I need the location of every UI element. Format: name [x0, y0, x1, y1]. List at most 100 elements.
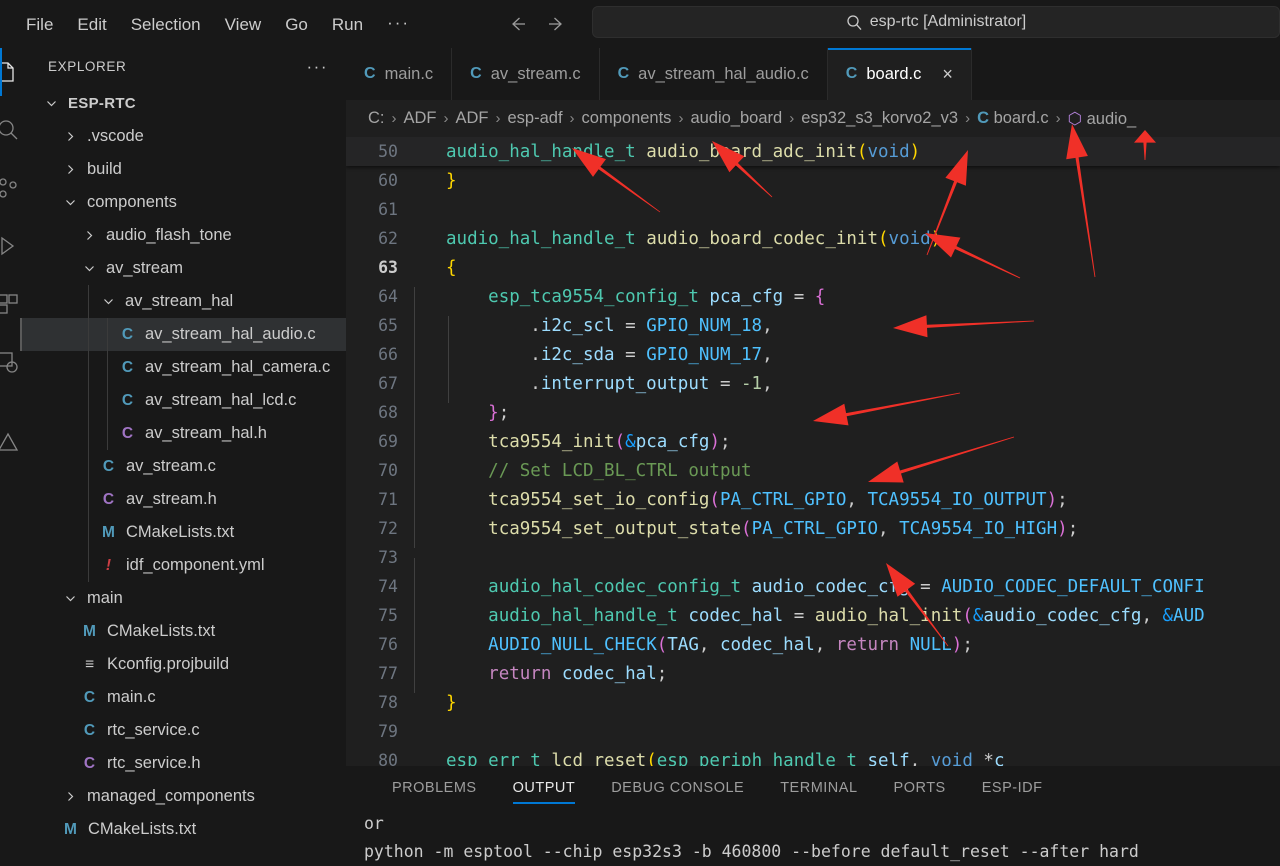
code-text: return codec_hal;: [414, 663, 667, 693]
search-icon[interactable]: [0, 106, 20, 154]
menu-run[interactable]: Run: [320, 12, 375, 37]
code-line-76: 76 AUDIO_NULL_CHECK(TAG, codec_hal, retu…: [346, 630, 1280, 664]
run-debug-icon[interactable]: [0, 222, 20, 270]
editor-tab-av_stream.c[interactable]: Cav_stream.c: [452, 48, 600, 100]
tree-item-label: idf_component.yml: [126, 556, 265, 574]
tree-item-label: .vscode: [87, 127, 144, 145]
line-number: 68: [378, 403, 398, 422]
breadcrumb-item-esp32_s3_korvo2_v3[interactable]: esp32_s3_korvo2_v3: [801, 109, 958, 128]
code-text: }: [446, 692, 457, 713]
tree-folder-av_stream[interactable]: av_stream: [20, 252, 346, 285]
tree-item-label: ESP-RTC: [68, 95, 136, 112]
tree-folder-main[interactable]: main: [20, 582, 346, 615]
code-text: audio_hal_handle_t codec_hal = audio_hal…: [414, 605, 1205, 635]
tree-file-idf_component.yml[interactable]: ! idf_component.yml: [20, 549, 346, 582]
file-type-icon: M: [64, 820, 77, 838]
code-text: tca9554_set_io_config(PA_CTRL_GPIO, TCA9…: [414, 489, 1068, 519]
breadcrumb-item-board.c[interactable]: C board.c: [977, 109, 1049, 128]
menu-edit[interactable]: Edit: [65, 12, 118, 37]
code-text: .i2c_sda = GPIO_NUM_17,: [414, 344, 773, 374]
chevron-right-icon: [61, 161, 79, 179]
menu-more[interactable]: ···: [375, 14, 422, 35]
breadcrumb-item-audio_[interactable]: ⬡ audio_: [1068, 109, 1137, 129]
esp-idf-icon[interactable]: [0, 418, 20, 466]
symbol-struct-icon: ⬡: [1067, 109, 1083, 128]
tree-file-Kconfig.projbuild[interactable]: ≡ Kconfig.projbuild: [20, 648, 346, 681]
forward-arrow-icon[interactable]: [544, 11, 570, 37]
tree-folder-audio_flash_tone[interactable]: audio_flash_tone: [20, 219, 346, 252]
explorer-icon[interactable]: [0, 48, 20, 96]
output-view[interactable]: or python -m esptool --chip esp32s3 -b 46…: [346, 810, 1280, 866]
panel-tab-output[interactable]: OUTPUT: [495, 766, 594, 810]
tree-file-rtc_service.c[interactable]: Crtc_service.c: [20, 714, 346, 747]
code-line-63: 63 {: [346, 253, 1280, 282]
tree-folder-.vscode[interactable]: .vscode: [20, 120, 346, 153]
tree-folder-components[interactable]: components: [20, 186, 346, 219]
sticky-scroll-line[interactable]: 50 audio_hal_handle_t audio_board_adc_ini…: [346, 137, 1280, 166]
line-number: 76: [378, 635, 398, 654]
tree-folder-managed_components[interactable]: managed_components: [20, 780, 346, 813]
breadcrumb-item-C:[interactable]: C:: [368, 109, 385, 128]
tree-file-av_stream_hal.h[interactable]: Cav_stream_hal.h: [20, 417, 346, 450]
testing-icon[interactable]: [0, 338, 20, 386]
panel-tab-debug-console[interactable]: DEBUG CONSOLE: [593, 766, 762, 810]
tree-file-main.c[interactable]: Cmain.c: [20, 681, 346, 714]
breadcrumb-item-components[interactable]: components: [582, 109, 672, 128]
command-center-search[interactable]: esp-rtc [Administrator]: [592, 6, 1280, 38]
file-tree: ESP-RTC .vscode build components audio_flash…: [20, 85, 346, 846]
breadcrumb-item-ADF[interactable]: ADF: [456, 109, 489, 128]
panel-tab-ports[interactable]: PORTS: [876, 766, 964, 810]
menu-file[interactable]: File: [14, 12, 65, 37]
file-type-icon: !: [105, 556, 112, 574]
panel-tab-esp-idf[interactable]: ESP-IDF: [964, 766, 1061, 810]
tree-file-av_stream_hal_audio.c[interactable]: Cav_stream_hal_audio.c: [20, 318, 346, 351]
tree-item-label: av_stream_hal.h: [145, 424, 267, 442]
line-number: 64: [378, 287, 398, 306]
extensions-icon[interactable]: [0, 280, 20, 328]
code-text: // Set LCD_BL_CTRL output: [414, 460, 752, 490]
explorer-more-actions-icon[interactable]: ···: [307, 58, 328, 75]
breadcrumb-separator: ›: [495, 110, 501, 127]
menu-view[interactable]: View: [213, 12, 274, 37]
code-line-68: 68 };: [346, 398, 1280, 432]
panel-tab-problems[interactable]: PROBLEMS: [374, 766, 495, 810]
line-number: 79: [378, 722, 398, 741]
code-editor[interactable]: 50 audio_hal_handle_t audio_board_adc_ini…: [346, 137, 1280, 766]
tree-file-av_stream_hal_lcd.c[interactable]: Cav_stream_hal_lcd.c: [20, 384, 346, 417]
back-arrow-icon[interactable]: [504, 11, 530, 37]
explorer-sidebar: EXPLORER ··· ESP-RTC .vscode build componen…: [20, 48, 346, 866]
tree-folder-ESP-RTC[interactable]: ESP-RTC: [20, 87, 346, 120]
tree-file-av_stream.c[interactable]: Cav_stream.c: [20, 450, 346, 483]
breadcrumb-item-audio_board[interactable]: audio_board: [690, 109, 782, 128]
tree-file-av_stream.h[interactable]: Cav_stream.h: [20, 483, 346, 516]
tree-item-label: main: [87, 589, 123, 607]
chevron-down-icon: [42, 95, 60, 113]
close-icon[interactable]: ×: [942, 65, 953, 83]
code-line-79: 79: [346, 717, 1280, 746]
tree-file-CMakeLists.txt[interactable]: M CMakeLists.txt: [20, 516, 346, 549]
editor-tab-board.c[interactable]: Cboard.c ×: [827, 48, 972, 100]
tree-file-CMakeLists.txt[interactable]: M CMakeLists.txt: [20, 813, 346, 846]
code-text: tca9554_init(&pca_cfg);: [414, 431, 731, 461]
editor-tab-av_stream_hal_audio.c[interactable]: Cav_stream_hal_audio.c: [599, 48, 828, 100]
tree-folder-av_stream_hal[interactable]: av_stream_hal: [20, 285, 346, 318]
menu-go[interactable]: Go: [273, 12, 320, 37]
tree-file-av_stream_hal_camera.c[interactable]: Cav_stream_hal_camera.c: [20, 351, 346, 384]
editor-tab-main.c[interactable]: Cmain.c: [346, 48, 453, 100]
breadcrumb-separator: ›: [789, 110, 795, 127]
code-text: }: [446, 170, 457, 191]
code-line-72: 72 tca9554_set_output_state(PA_CTRL_GPIO…: [346, 514, 1280, 548]
tree-file-rtc_service.h[interactable]: Crtc_service.h: [20, 747, 346, 780]
breadcrumb-item-ADF[interactable]: ADF: [404, 109, 437, 128]
source-control-icon[interactable]: [0, 164, 20, 212]
tree-folder-build[interactable]: build: [20, 153, 346, 186]
tab-label: board.c: [866, 64, 922, 83]
tree-file-CMakeLists.txt[interactable]: M CMakeLists.txt: [20, 615, 346, 648]
line-number: 69: [378, 432, 398, 451]
menu-selection[interactable]: Selection: [119, 12, 213, 37]
code-line-75: 75 audio_hal_handle_t codec_hal = audio_…: [346, 601, 1280, 635]
panel-tab-terminal[interactable]: TERMINAL: [762, 766, 875, 810]
code-text: audio_hal_handle_t audio_board_adc_init(…: [446, 141, 921, 162]
breadcrumb-item-esp-adf[interactable]: esp-adf: [508, 109, 563, 128]
breadcrumb: C: › ADF › ADF › esp-adf › components › audio_boar…: [346, 100, 1280, 137]
